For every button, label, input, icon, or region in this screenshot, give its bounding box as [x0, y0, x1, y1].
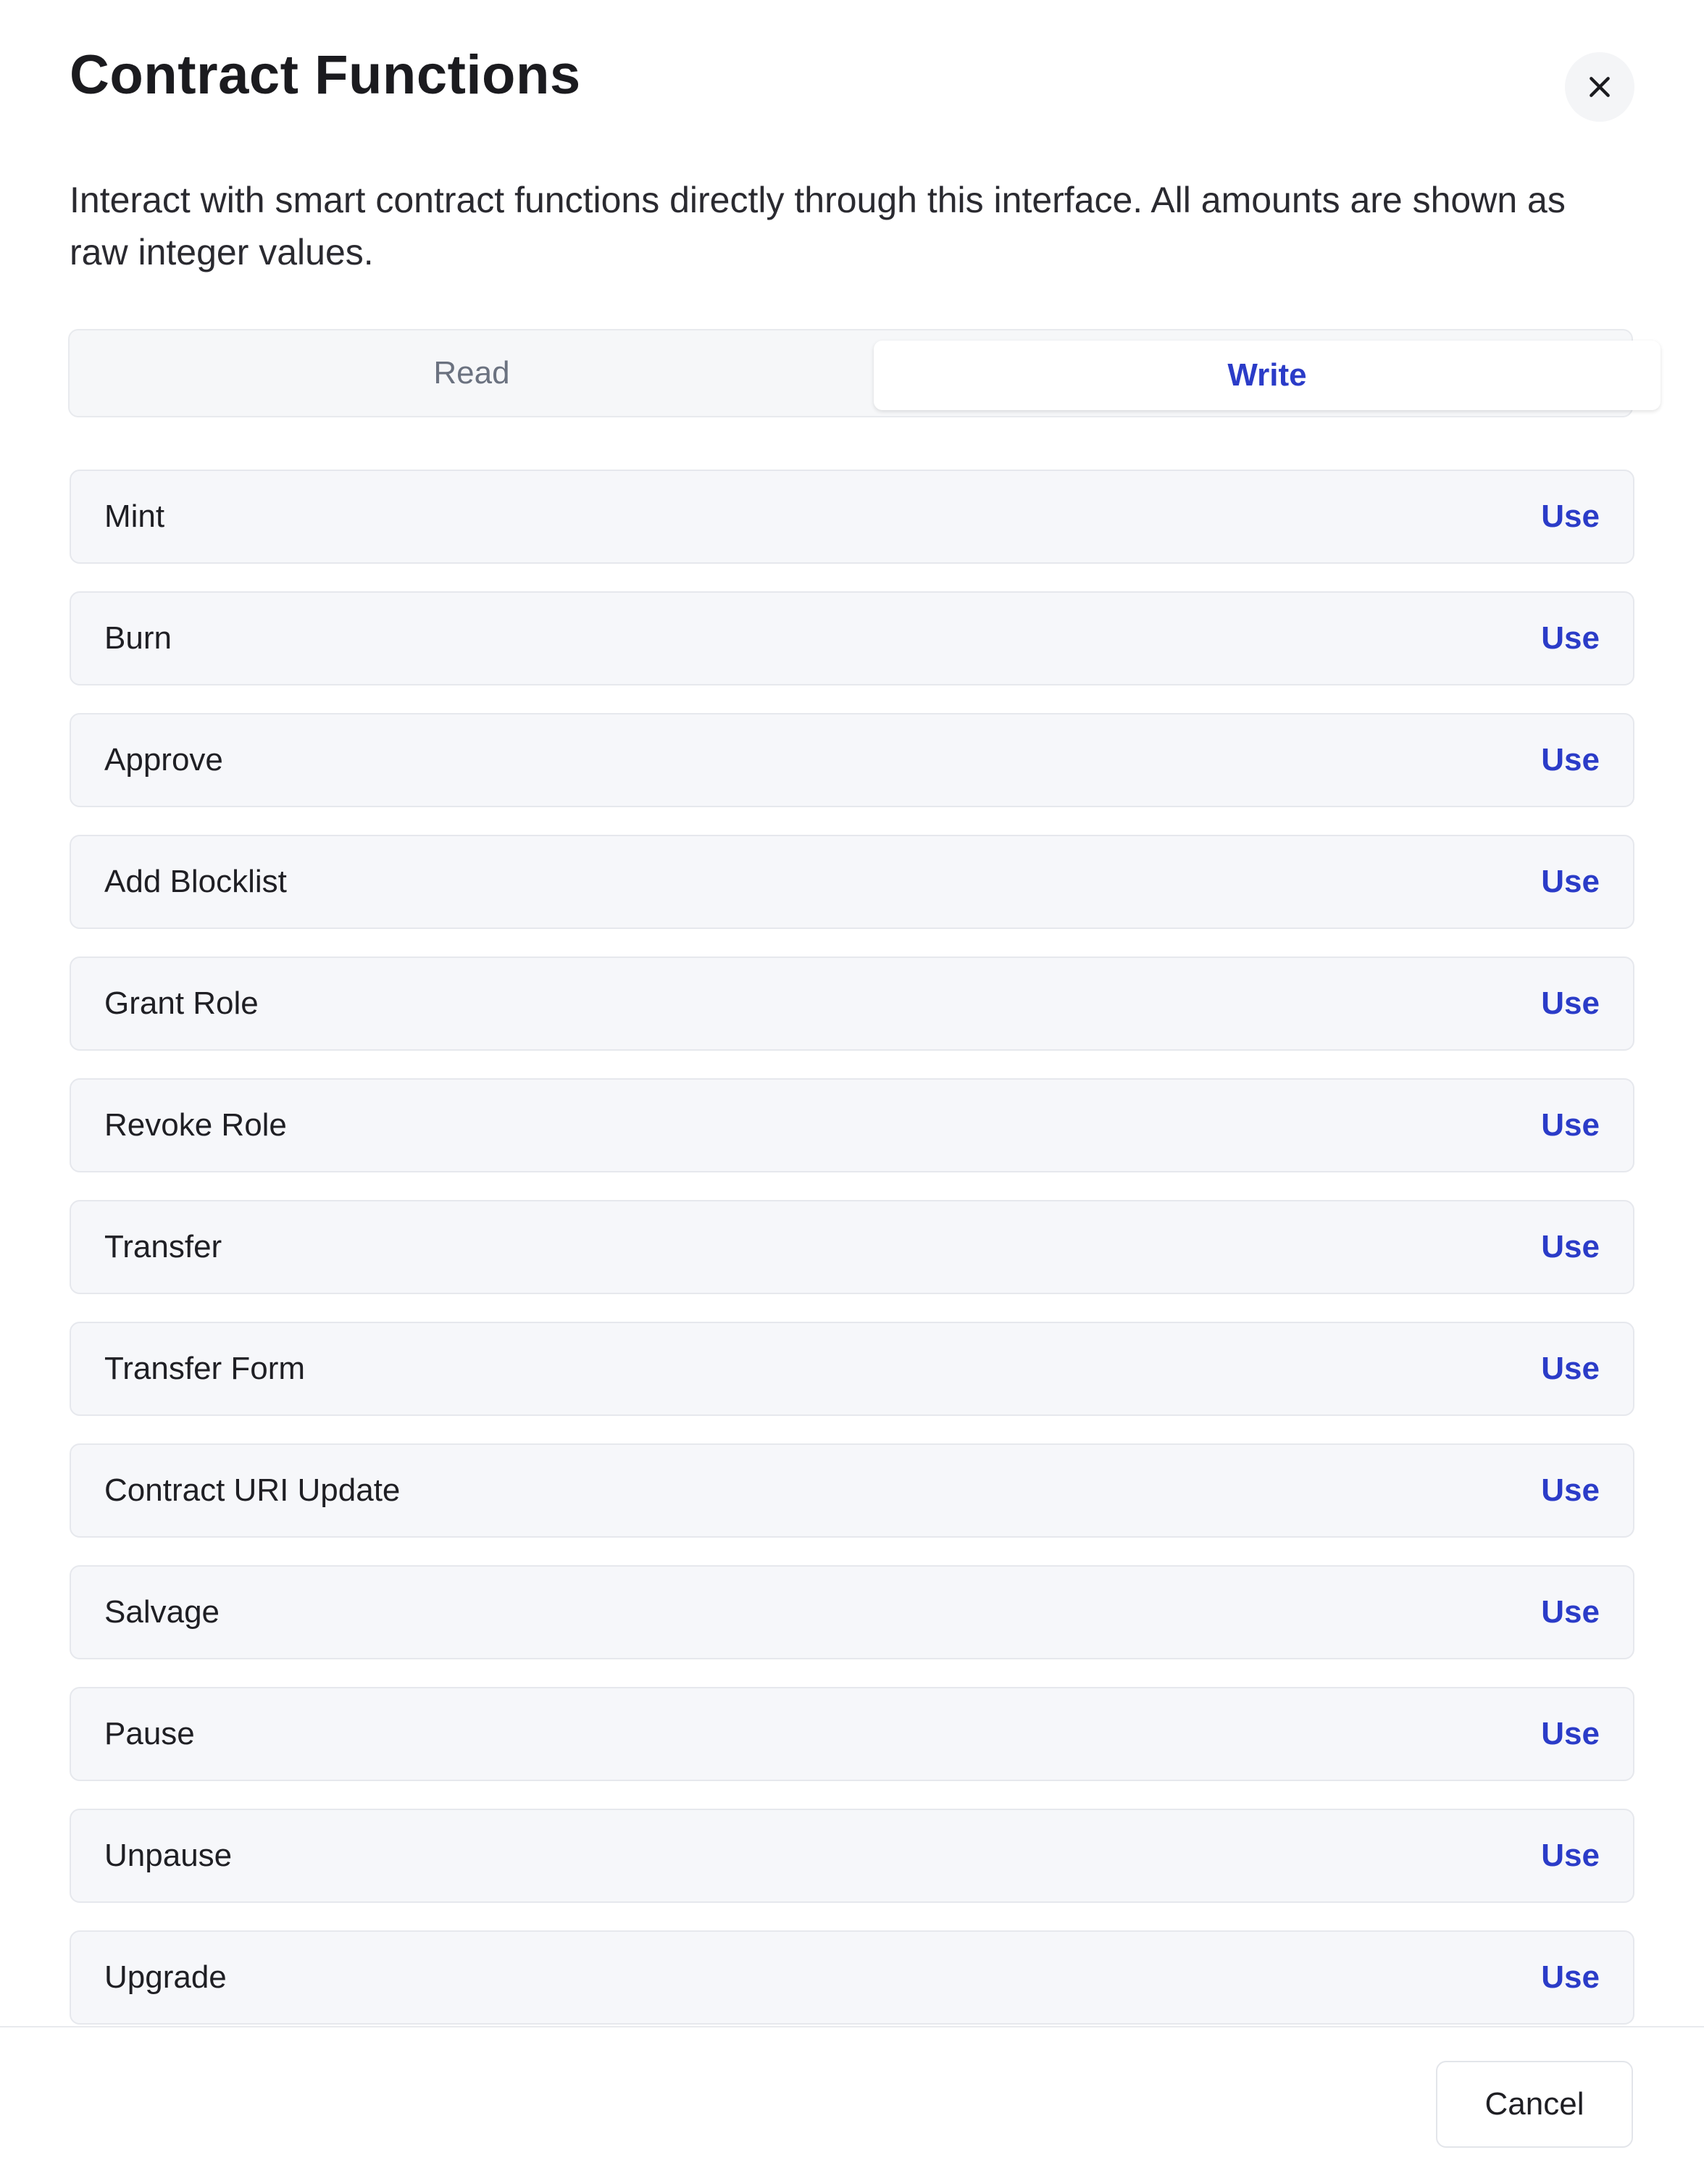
function-label: Approve: [104, 742, 223, 778]
function-row-revoke-role: Revoke Role Use: [70, 1078, 1634, 1172]
tab-read[interactable]: Read: [70, 330, 874, 416]
function-label: Burn: [104, 620, 172, 656]
function-label: Add Blocklist: [104, 864, 287, 899]
use-button[interactable]: Use: [1541, 1838, 1600, 1874]
use-button[interactable]: Use: [1541, 1229, 1600, 1265]
function-row-mint: Mint Use: [70, 470, 1634, 564]
use-button[interactable]: Use: [1541, 499, 1600, 535]
function-label: Salvage: [104, 1594, 220, 1630]
use-button[interactable]: Use: [1541, 620, 1600, 657]
use-button[interactable]: Use: [1541, 864, 1600, 900]
tab-write[interactable]: Write: [874, 341, 1661, 410]
function-row-pause: Pause Use: [70, 1687, 1634, 1781]
function-row-contract-uri-update: Contract URI Update Use: [70, 1443, 1634, 1538]
function-row-burn: Burn Use: [70, 591, 1634, 685]
function-label: Grant Role: [104, 985, 259, 1021]
function-label: Transfer: [104, 1229, 222, 1264]
close-button[interactable]: [1565, 52, 1634, 122]
function-row-upgrade: Upgrade Use: [70, 1930, 1634, 2025]
function-row-transfer-form: Transfer Form Use: [70, 1322, 1634, 1416]
function-label: Upgrade: [104, 1959, 227, 1995]
dialog-footer: Cancel: [0, 2026, 1704, 2184]
use-button[interactable]: Use: [1541, 1351, 1600, 1387]
function-label: Unpause: [104, 1838, 233, 1873]
use-button[interactable]: Use: [1541, 742, 1600, 778]
use-button[interactable]: Use: [1541, 985, 1600, 1022]
use-button[interactable]: Use: [1541, 1107, 1600, 1143]
function-label: Mint: [104, 499, 165, 534]
function-row-salvage: Salvage Use: [70, 1565, 1634, 1659]
contract-functions-dialog: Contract Functions Interact with smart c…: [0, 0, 1704, 2184]
dialog-description: Interact with smart contract functions d…: [70, 180, 1566, 272]
function-row-unpause: Unpause Use: [70, 1809, 1634, 1903]
dialog-title: Contract Functions: [70, 44, 581, 106]
tab-bar: Read Write: [68, 329, 1661, 417]
function-label: Contract URI Update: [104, 1472, 401, 1508]
function-row-transfer: Transfer Use: [70, 1200, 1634, 1294]
cancel-button[interactable]: Cancel: [1436, 2061, 1633, 2148]
use-button[interactable]: Use: [1541, 1594, 1600, 1630]
close-icon: [1585, 72, 1614, 101]
use-button[interactable]: Use: [1541, 1716, 1600, 1752]
use-button[interactable]: Use: [1541, 1472, 1600, 1509]
function-row-add-blocklist: Add Blocklist Use: [70, 835, 1634, 929]
function-row-approve: Approve Use: [70, 713, 1634, 807]
function-list: Mint Use Burn Use Approve Use Add Blockl…: [70, 470, 1634, 2052]
function-label: Pause: [104, 1716, 195, 1751]
function-label: Revoke Role: [104, 1107, 287, 1143]
use-button[interactable]: Use: [1541, 1959, 1600, 1996]
function-label: Transfer Form: [104, 1351, 306, 1386]
function-row-grant-role: Grant Role Use: [70, 956, 1634, 1051]
